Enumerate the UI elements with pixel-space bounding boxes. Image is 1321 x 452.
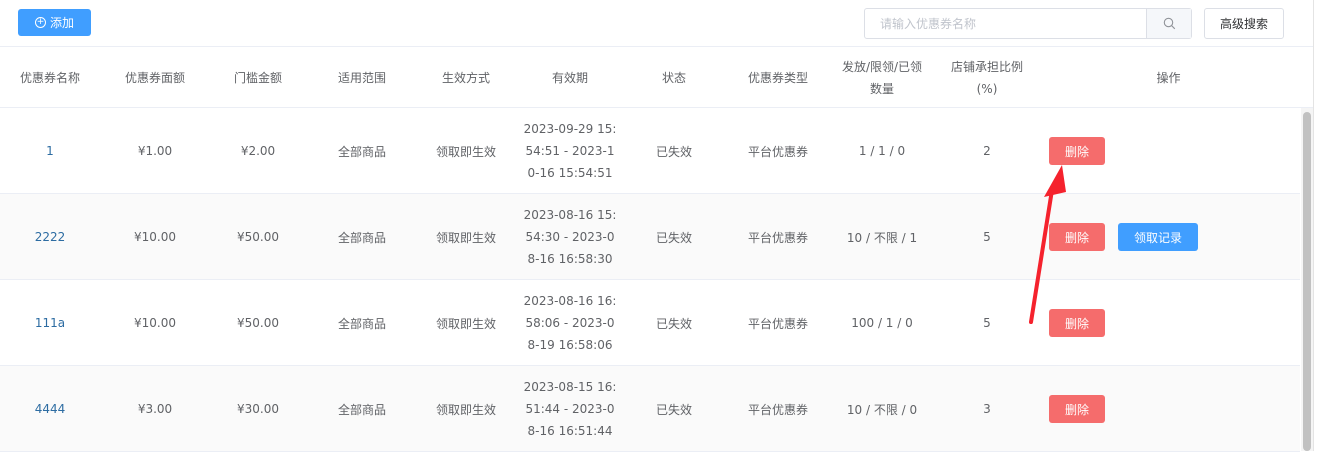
coupon-name-link[interactable]: 1	[0, 108, 100, 194]
coupon-type-cell: 平台优惠券	[747, 230, 808, 245]
coupon-name-link[interactable]: 2222	[0, 194, 100, 280]
effect-mode-cell: 领取即生效	[435, 230, 496, 245]
header-quantity: 发放/限领/已领 数量	[832, 47, 932, 109]
face-value-cell: ¥3.00	[137, 402, 173, 416]
delete-button[interactable]: 删除	[1049, 395, 1105, 423]
table-row: 2222 ¥10.00 ¥50.00 全部商品 领取即生效 已失效 平台优惠券 10 / 不限…	[0, 194, 1300, 280]
header-quantity-line1: 发放/限领/已领	[841, 60, 923, 74]
validity-cell: 2023-08-16 16: 58:06 - 2023-0 8-19 16:58:0…	[520, 280, 620, 366]
table-row: 111a ¥10.00 ¥50.00 全部商品 领取即生效 已失效 平台优惠券 100 / 1…	[0, 280, 1300, 366]
scope-cell: 全部商品	[337, 316, 386, 331]
search-box	[864, 8, 1192, 39]
header-face-value: 优惠券面额	[124, 71, 185, 85]
add-button-label: 添加	[49, 16, 74, 30]
validity-line-2: 58:06 - 2023-0	[525, 316, 615, 330]
header-ratio-line1: 店铺承担比例	[950, 60, 1023, 74]
header-ratio: 店铺承担比例 (%)	[937, 47, 1037, 109]
status-cell: 已失效	[655, 316, 692, 331]
validity-line-3: 8-16 16:51:44	[527, 424, 613, 438]
header-effect-mode: 生效方式	[441, 71, 490, 85]
header-validity: 有效期	[551, 71, 588, 85]
validity-cell: 2023-09-29 15: 54:51 - 2023-1 0-16 15:54:5…	[520, 108, 620, 194]
ratio-cell: 2	[983, 144, 991, 158]
ratio-cell: 5	[983, 316, 991, 330]
status-cell: 已失效	[655, 144, 692, 159]
coupon-type-cell: 平台优惠券	[747, 316, 808, 331]
quantity-cell: 100 / 1 / 0	[851, 316, 913, 330]
effect-mode-cell: 领取即生效	[435, 402, 496, 417]
ratio-cell: 3	[983, 402, 991, 416]
panel-border	[1313, 0, 1314, 451]
effect-mode-cell: 领取即生效	[435, 144, 496, 159]
scrollbar-thumb[interactable]	[1303, 112, 1311, 451]
header-status: 状态	[661, 71, 686, 85]
header-quantity-line2: 数量	[869, 82, 894, 96]
coupon-name-link[interactable]: 111a	[0, 280, 100, 366]
search-icon	[1163, 17, 1175, 30]
threshold-cell: ¥50.00	[237, 230, 279, 244]
search-input[interactable]	[865, 9, 1146, 38]
validity-line-2: 51:44 - 2023-0	[525, 402, 615, 416]
header-scope: 适用范围	[337, 71, 386, 85]
status-cell: 已失效	[655, 230, 692, 245]
threshold-cell: ¥30.00	[237, 402, 279, 416]
scope-cell: 全部商品	[337, 230, 386, 245]
validity-line-2: 54:51 - 2023-1	[525, 144, 615, 158]
advanced-search-button[interactable]: 高级搜索	[1204, 8, 1284, 39]
quantity-cell: 1 / 1 / 0	[858, 144, 906, 158]
validity-line-1: 2023-08-16 15:	[523, 208, 617, 222]
validity-line-3: 0-16 15:54:51	[527, 166, 613, 180]
validity-line-1: 2023-09-29 15:	[523, 122, 617, 136]
face-value-cell: ¥10.00	[134, 230, 176, 244]
quantity-cell: 10 / 不限 / 0	[846, 402, 918, 417]
validity-line-3: 8-16 16:58:30	[527, 252, 613, 266]
header-ratio-line2: (%)	[976, 82, 998, 96]
threshold-cell: ¥2.00	[240, 144, 276, 158]
header-threshold: 门槛金额	[233, 71, 282, 85]
scope-cell: 全部商品	[337, 144, 386, 159]
ratio-cell: 5	[983, 230, 991, 244]
search-button[interactable]	[1146, 9, 1191, 38]
threshold-cell: ¥50.00	[237, 316, 279, 330]
validity-cell: 2023-08-15 16: 51:44 - 2023-0 8-16 16:51:4…	[520, 366, 620, 452]
header-name: 优惠券名称	[19, 71, 80, 85]
header-actions: 操作	[1156, 71, 1181, 85]
validity-line-3: 8-19 16:58:06	[527, 338, 613, 352]
status-cell: 已失效	[655, 402, 692, 417]
table-header: 优惠券名称 优惠券面额 门槛金额 适用范围 生效方式 有效期 状态 优惠券类型 …	[0, 46, 1313, 108]
header-coupon-type: 优惠券类型	[747, 71, 808, 85]
validity-line-1: 2023-08-15 16:	[523, 380, 617, 394]
validity-cell: 2023-08-16 15: 54:30 - 2023-0 8-16 16:58:3…	[520, 194, 620, 280]
plus-circle-icon: +	[34, 17, 46, 28]
coupon-type-cell: 平台优惠券	[747, 144, 808, 159]
table-row: 4444 ¥3.00 ¥30.00 全部商品 领取即生效 已失效 平台优惠券 10 / 不限 …	[0, 366, 1300, 452]
scope-cell: 全部商品	[337, 402, 386, 417]
delete-button[interactable]: 删除	[1049, 309, 1105, 337]
coupon-table: 优惠券名称 优惠券面额 门槛金额 适用范围 生效方式 有效期 状态 优惠券类型 …	[0, 46, 1313, 108]
quantity-cell: 10 / 不限 / 1	[846, 230, 918, 245]
face-value-cell: ¥10.00	[134, 316, 176, 330]
coupon-type-cell: 平台优惠券	[747, 402, 808, 417]
validity-line-2: 54:30 - 2023-0	[525, 230, 615, 244]
claim-record-button[interactable]: 领取记录	[1118, 223, 1198, 251]
toolbar: + 添加 高级搜索	[0, 0, 1313, 46]
add-button[interactable]: + 添加	[18, 9, 91, 36]
delete-button[interactable]: 删除	[1049, 223, 1105, 251]
validity-line-1: 2023-08-16 16:	[523, 294, 617, 308]
coupon-name-link[interactable]: 4444	[0, 366, 100, 452]
effect-mode-cell: 领取即生效	[435, 316, 496, 331]
table-row: 1 ¥1.00 ¥2.00 全部商品 领取即生效 已失效 平台优惠券 1 / 1 / 0 2 20…	[0, 108, 1300, 194]
face-value-cell: ¥1.00	[137, 144, 173, 158]
delete-button[interactable]: 删除	[1049, 137, 1105, 165]
